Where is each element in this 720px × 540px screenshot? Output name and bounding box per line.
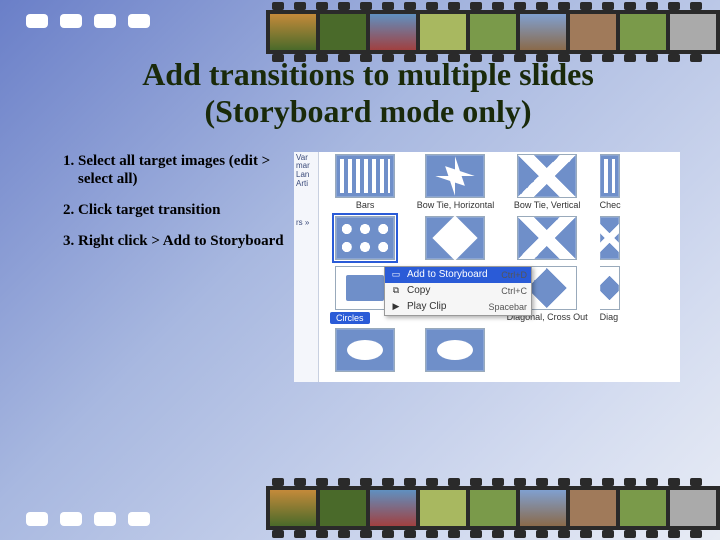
- steps-list: Select all target images (edit > select …: [56, 152, 286, 382]
- transition-checker[interactable]: Chec: [598, 152, 680, 212]
- film-sprockets-bottom: [26, 512, 150, 526]
- diamond-icon: [425, 216, 485, 260]
- film-sprockets-top: [26, 14, 150, 28]
- bowtie-v-icon: [517, 154, 577, 198]
- eye-icon: [425, 328, 485, 372]
- step-1: Select all target images (edit > select …: [78, 152, 286, 190]
- transition-r4c1[interactable]: [324, 326, 406, 374]
- transition-diamond[interactable]: [414, 214, 496, 262]
- circles-icon: [335, 216, 395, 260]
- context-menu: ▭ Add to Storyboard Ctrl+D ⧉ Copy Ctrl+C…: [384, 266, 532, 316]
- bowtie-h-icon: [425, 154, 485, 198]
- embedded-screenshot: Var mar Lan Arti rs » Bars Bow Tie, Hori…: [294, 152, 680, 382]
- menu-add-to-storyboard[interactable]: ▭ Add to Storyboard Ctrl+D: [385, 267, 531, 283]
- selected-transition-label: Circles: [330, 312, 370, 324]
- transition-r4c2[interactable]: [414, 326, 496, 374]
- eye-icon: [335, 328, 395, 372]
- title-line-2: (Storyboard mode only): [204, 93, 531, 129]
- menu-copy[interactable]: ⧉ Copy Ctrl+C: [385, 283, 531, 299]
- transition-bowtie-vertical[interactable]: Bow Tie, Vertical: [505, 152, 590, 212]
- checker-icon: [600, 154, 620, 198]
- slide-title: Add transitions to multiple slides (Stor…: [56, 56, 680, 130]
- cross-icon: [600, 216, 620, 260]
- taskpane-sidebar: Var mar Lan Arti rs »: [294, 152, 319, 382]
- bars-icon: [335, 154, 395, 198]
- title-line-1: Add transitions to multiple slides: [142, 56, 594, 92]
- storyboard-icon: ▭: [389, 269, 403, 281]
- transition-r3c4[interactable]: Diag: [598, 264, 680, 324]
- transition-bowtie-horizontal[interactable]: Bow Tie, Horizontal: [414, 152, 496, 212]
- menu-play-clip[interactable]: ▶ Play Clip Spacebar: [385, 299, 531, 315]
- transition-circles[interactable]: [324, 214, 406, 262]
- play-icon: ▶: [389, 301, 403, 313]
- cross-icon: [517, 216, 577, 260]
- transition-bars[interactable]: Bars: [324, 152, 406, 212]
- slide-content: Add transitions to multiple slides (Stor…: [56, 56, 680, 484]
- step-2: Click target transition: [78, 201, 286, 220]
- filmstrip-top: [266, 10, 720, 54]
- copy-icon: ⧉: [389, 285, 403, 297]
- transitions-grid: Bars Bow Tie, Horizontal Bow Tie, Vertic…: [324, 152, 680, 374]
- filmstrip-bottom: [266, 486, 720, 530]
- transition-r2c4[interactable]: [598, 214, 680, 262]
- transition-r2c3[interactable]: [505, 214, 590, 262]
- diagonal-icon: [600, 266, 620, 310]
- step-3: Right click > Add to Storyboard: [78, 232, 286, 251]
